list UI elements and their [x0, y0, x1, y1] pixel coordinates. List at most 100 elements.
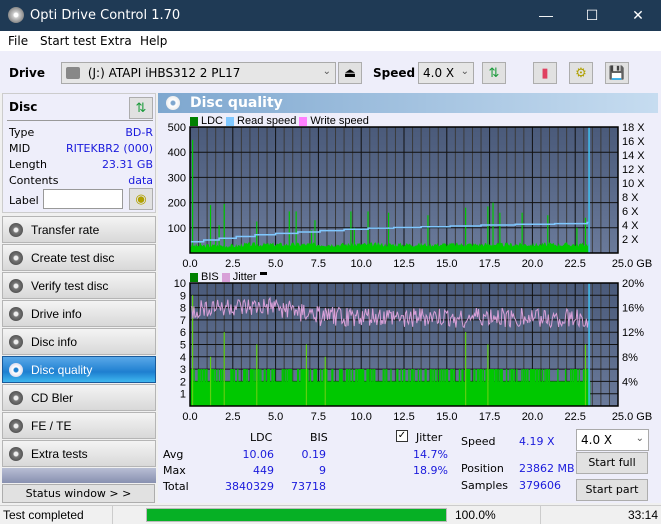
avg-jitter: 14.7% [413, 448, 448, 461]
eject-icon: ⏏ [343, 65, 357, 80]
y-tick-right: 18 X [622, 123, 645, 134]
nav-disc-quality[interactable]: Disc quality [2, 356, 156, 383]
nav-label: CD Bler [31, 391, 74, 405]
refresh-button[interactable]: ⇅ [482, 62, 506, 84]
y-tick-right: 6 X [622, 206, 639, 218]
total-label: Total [163, 480, 189, 493]
test-speed-select[interactable]: 4.0 X ⌄ [576, 429, 649, 451]
eject-button[interactable]: ⏏ [338, 62, 362, 84]
menu-file[interactable]: File [8, 34, 28, 48]
label-input[interactable] [43, 189, 123, 209]
x-tick: 12.5 [393, 411, 414, 423]
nav-label: Create test disc [31, 251, 115, 265]
col-bis: BIS [310, 431, 328, 444]
maximize-button[interactable]: ☐ [569, 0, 615, 31]
start-part-button[interactable]: Start part [576, 479, 648, 501]
x-tick: 15.0 [436, 411, 457, 423]
disc-icon [9, 363, 23, 377]
speed-select[interactable]: 4.0 X ⌄ [418, 62, 474, 84]
y-tick-left: 1 [180, 389, 186, 401]
minimize-button[interactable]: — [523, 0, 569, 31]
app-icon [8, 7, 24, 23]
drive-select[interactable]: (J:) ATAPI iHBS312 2 PL17 ⌄ [61, 62, 336, 84]
y-tick-left: 200 [168, 198, 186, 210]
chevron-down-icon: ⌄ [322, 66, 331, 77]
nav-transfer-rate[interactable]: Transfer rate [2, 216, 156, 243]
settings-button[interactable]: ⚙ [569, 62, 593, 84]
nav-cd-bler[interactable]: CD Bler [2, 384, 156, 411]
disc-icon [9, 279, 23, 293]
y-tick-left: 10 [174, 279, 186, 290]
status-window-button[interactable]: Status window > > [2, 484, 155, 503]
nav-verify-test-disc[interactable]: Verify test disc [2, 272, 156, 299]
disc-refresh-button[interactable]: ⇅ [129, 97, 153, 119]
drive-icon [66, 67, 80, 79]
label-key: Label [9, 194, 39, 207]
max-ldc: 449 [253, 464, 274, 477]
divider [540, 506, 541, 524]
nav-drive-info[interactable]: Drive info [2, 300, 156, 327]
x-tick: 25.0 GB [612, 258, 652, 270]
window-title: Opti Drive Control 1.70 [30, 8, 181, 23]
x-tick: 2.5 [225, 411, 240, 423]
menu-start-test[interactable]: Start test [40, 34, 96, 48]
x-tick: 12.5 [393, 258, 414, 270]
nav-label: Disc quality [31, 363, 93, 377]
nav-create-test-disc[interactable]: Create test disc [2, 244, 156, 271]
avg-bis: 0.19 [301, 448, 327, 461]
save-button[interactable]: 💾 [605, 62, 629, 84]
position-label: Position [461, 462, 504, 475]
x-tick: 15.0 [436, 258, 457, 270]
disc-icon [9, 419, 23, 433]
ldc-chart: 500 400 300 200 100 18 X 16 X 14 X 12 X 10 X 8 X 6 … [168, 123, 653, 270]
type-key: Type [9, 126, 35, 139]
label-disc-button[interactable]: ◉ [129, 188, 153, 210]
disc-quality-panel: Disc quality LDC Read speed Write speed … [158, 93, 661, 503]
close-button[interactable]: ✕ [615, 0, 661, 31]
y-tick-right: 4 X [622, 220, 639, 232]
refresh-icon: ⇅ [488, 65, 500, 80]
y-tick-right: 14 X [622, 150, 645, 162]
y-tick-left: 100 [168, 223, 186, 235]
status-bar: Test completed 100.0% 33:14 [0, 505, 661, 524]
y-tick-left: 4 [180, 352, 186, 364]
y-tick-right: 2 X [622, 234, 639, 246]
x-tick: 5.0 [268, 258, 283, 270]
contents-key: Contents [9, 174, 59, 187]
menu-extra[interactable]: Extra [100, 34, 132, 48]
y-tick-left: 2 [180, 376, 186, 388]
y-tick-left: 3 [180, 364, 186, 376]
drive-select-value: (J:) ATAPI iHBS312 2 PL17 [87, 66, 241, 80]
refresh-icon: ⇅ [135, 100, 147, 115]
total-bis: 73718 [291, 480, 326, 493]
jitter-checkbox[interactable]: ✓ [396, 430, 408, 442]
disc-icon [9, 335, 23, 349]
y-tick-left: 6 [180, 327, 186, 339]
x-tick: 22.5 [564, 258, 585, 270]
position-value: 23862 MB [519, 462, 575, 475]
nav-disc-info[interactable]: Disc info [2, 328, 156, 355]
nav-extra-tests[interactable]: Extra tests [2, 440, 156, 467]
disc-info-box: Disc ⇅ Type BD-R MID RITEKBR2 (000) Length… [2, 93, 156, 213]
save-icon: 💾 [608, 65, 626, 80]
start-full-button[interactable]: Start full [576, 452, 648, 474]
y-tick-right: 4% [622, 376, 638, 388]
panel-header: Disc quality [158, 93, 658, 113]
x-tick: 25.0 GB [612, 411, 652, 423]
jitter-label: Jitter [416, 431, 443, 444]
progress-bar [146, 508, 447, 522]
type-value: BD-R [125, 126, 153, 139]
y-tick-right: 8 X [622, 192, 639, 204]
nav-spacer [2, 468, 156, 483]
erase-button[interactable]: ▮ [533, 62, 557, 84]
title-bar: Opti Drive Control 1.70 — ☐ ✕ [0, 0, 661, 31]
nav-label: Extra tests [31, 447, 88, 461]
menu-help[interactable]: Help [140, 34, 167, 48]
y-tick-right: 8% [622, 352, 638, 364]
divider [7, 120, 153, 121]
x-tick: 0.0 [182, 411, 197, 423]
progress-text: 100.0% [455, 508, 496, 522]
run-stats: Speed 4.19 X Position 23862 MB Samples 3… [460, 429, 580, 499]
nav-fe-te[interactable]: FE / TE [2, 412, 156, 439]
y-tick-right: 16 X [622, 136, 645, 148]
